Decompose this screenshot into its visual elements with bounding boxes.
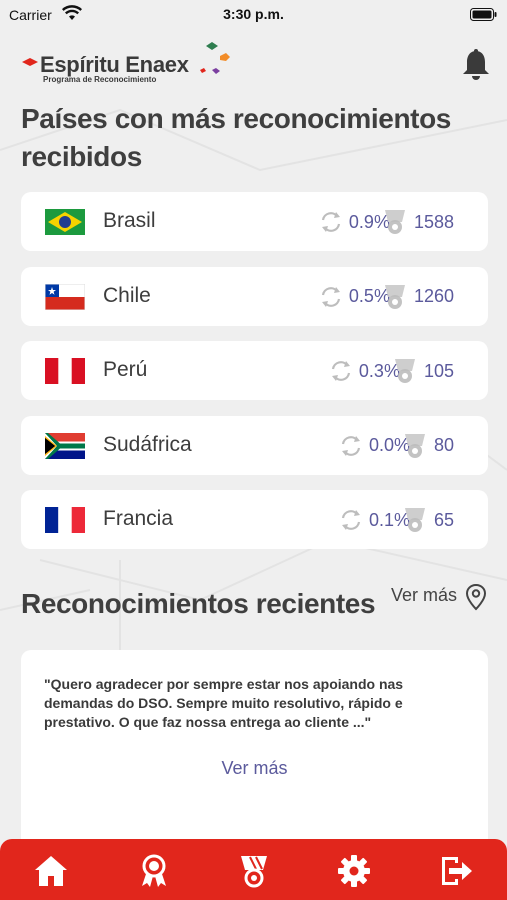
country-card-chile[interactable]: Chile 0.5% 1260 bbox=[21, 266, 488, 326]
refresh-icon bbox=[341, 435, 361, 456]
medal-icon bbox=[404, 433, 425, 458]
country-stats: 0.3% 105 bbox=[327, 357, 454, 385]
count-value: 105 bbox=[423, 360, 454, 381]
recognition-quote: "Quero agradecer por sempre estar nos ap… bbox=[44, 676, 404, 730]
brand-tagline: Programa de Reconocimiento bbox=[43, 75, 157, 84]
chile-flag-icon bbox=[45, 283, 85, 310]
medal-icon bbox=[404, 508, 425, 532]
france-flag-icon bbox=[45, 507, 85, 533]
country-list: Brasil 0.9% 1588 Chile 0.5% 1260 Perú 0.… bbox=[21, 192, 488, 565]
refresh-icon bbox=[321, 212, 341, 232]
country-stats: 0.5% 1260 bbox=[317, 283, 454, 311]
medal-icon[interactable] bbox=[236, 853, 272, 889]
recent-recognition-card[interactable]: "Quero agradecer por sempre estar nos ap… bbox=[21, 650, 488, 850]
countries-section-title: Países con más reconocimientos recibidos bbox=[21, 103, 451, 172]
country-card-francia[interactable]: Francia 0.1% 65 bbox=[21, 490, 488, 549]
card-see-more-link[interactable]: Ver más bbox=[21, 758, 488, 779]
bottom-navigation bbox=[0, 839, 507, 900]
medal-icon bbox=[384, 210, 405, 234]
country-name: Chile bbox=[103, 283, 151, 307]
app-logo[interactable]: Espíritu Enaex Programa de Reconocimient… bbox=[22, 40, 242, 84]
country-stats: 0.9% 1588 bbox=[317, 208, 454, 236]
recent-section-title: Reconocimientos recientes bbox=[21, 588, 376, 619]
count-value: 65 bbox=[433, 509, 454, 530]
country-stats: 0.1% 65 bbox=[337, 506, 454, 534]
see-more-link[interactable]: Ver más bbox=[391, 585, 457, 606]
medal-icon bbox=[384, 284, 405, 309]
country-name: Francia bbox=[103, 507, 174, 530]
country-card-peru[interactable]: Perú 0.3% 105 bbox=[21, 341, 488, 400]
country-name: Brasil bbox=[103, 209, 156, 232]
bell-icon[interactable] bbox=[461, 48, 491, 82]
country-name: Sudáfrica bbox=[103, 432, 192, 456]
refresh-icon bbox=[341, 510, 361, 530]
count-value: 80 bbox=[433, 435, 454, 455]
logo-cubes-icon bbox=[200, 42, 230, 74]
peru-flag-icon bbox=[45, 358, 85, 384]
app-header: Espíritu Enaex Programa de Reconocimient… bbox=[0, 36, 507, 96]
settings-icon[interactable] bbox=[336, 853, 372, 889]
count-value: 1260 bbox=[413, 286, 454, 306]
status-bar: Carrier 3:30 p.m. bbox=[0, 0, 507, 30]
home-icon[interactable] bbox=[33, 853, 69, 889]
battery-icon bbox=[470, 8, 497, 21]
refresh-icon bbox=[321, 286, 341, 307]
logout-icon[interactable] bbox=[438, 853, 474, 889]
south-africa-flag-icon bbox=[45, 432, 85, 459]
location-pin-icon[interactable] bbox=[464, 583, 488, 611]
clock: 3:30 p.m. bbox=[223, 6, 284, 22]
country-stats: 0.0% 80 bbox=[337, 432, 454, 460]
award-icon[interactable] bbox=[136, 853, 172, 889]
country-card-brasil[interactable]: Brasil 0.9% 1588 bbox=[21, 192, 488, 251]
country-card-sudafrica[interactable]: Sudáfrica 0.0% 80 bbox=[21, 415, 488, 475]
brazil-flag-icon bbox=[45, 209, 85, 235]
country-name: Perú bbox=[103, 358, 148, 381]
refresh-icon bbox=[331, 361, 351, 381]
logo-mark-icon bbox=[22, 58, 38, 66]
count-value: 1588 bbox=[413, 211, 454, 232]
medal-icon bbox=[394, 359, 415, 383]
